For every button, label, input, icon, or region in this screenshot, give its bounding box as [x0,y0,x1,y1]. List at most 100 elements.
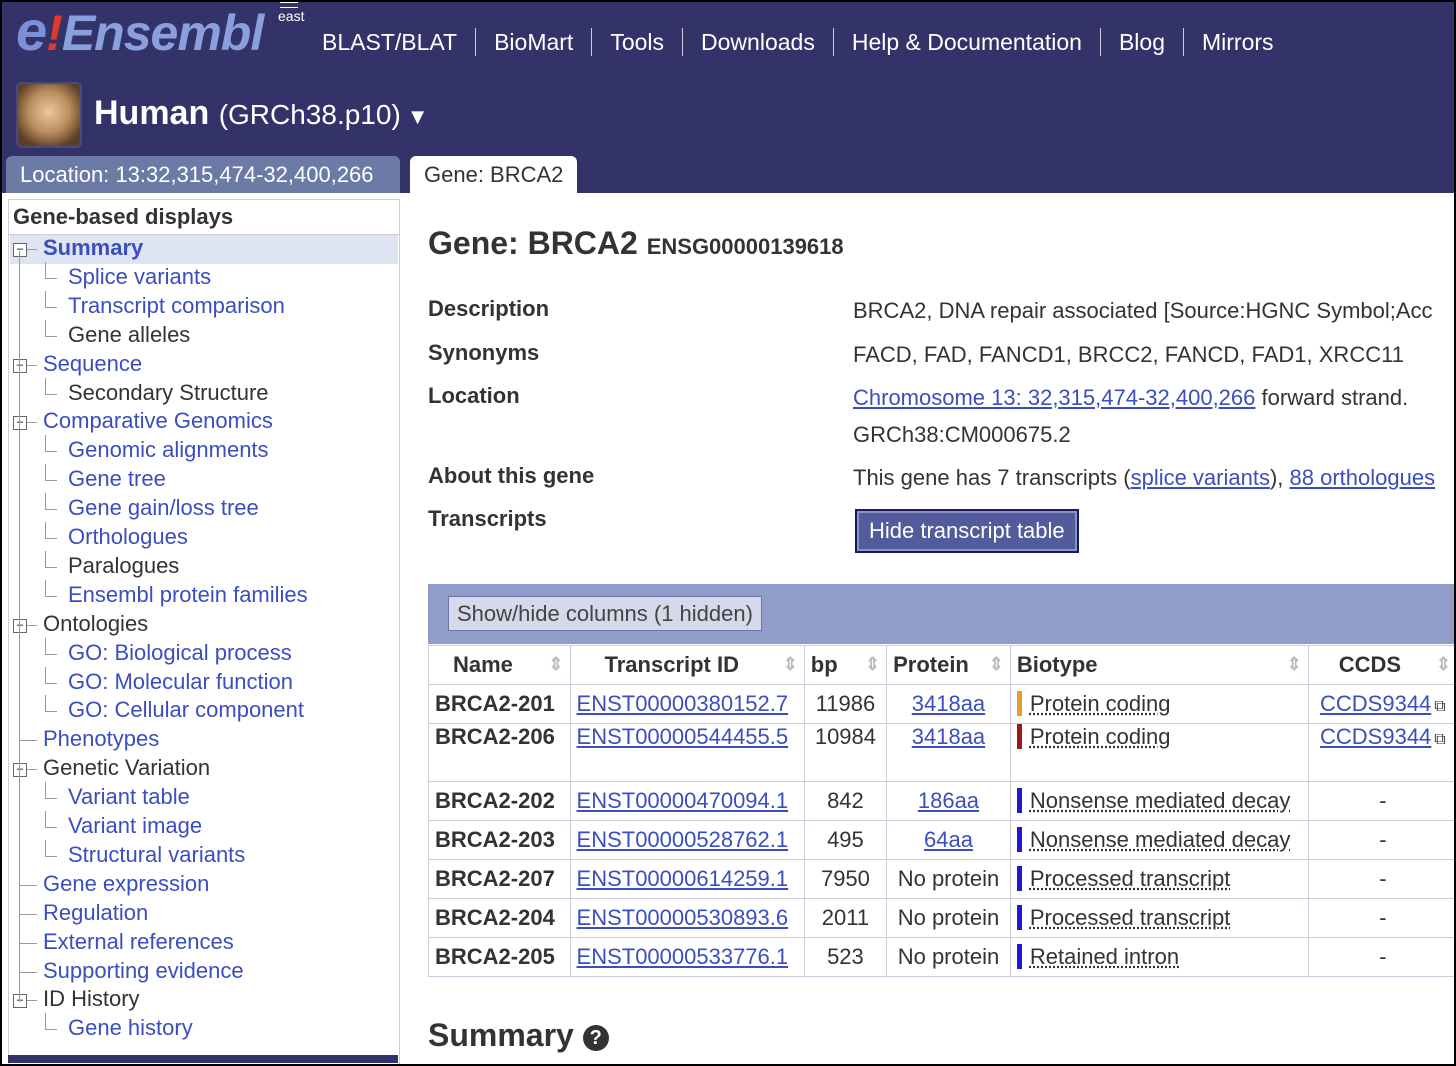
tree-trunk [19,251,20,1003]
collapse-toggle-icon[interactable]: − [13,416,27,431]
sidebar-item-gene-alleles[interactable]: Gene alleles [68,322,190,348]
column-header-label: CCDS [1338,652,1402,677]
sidebar-item-go-biological-process[interactable]: GO: Biological process [68,640,292,666]
sidebar-item-genetic-variation[interactable]: Genetic Variation [43,755,210,781]
location-link[interactable]: Chromosome 13: 32,315,474-32,400,266 [853,385,1255,410]
help-icon[interactable]: ? [582,1025,609,1051]
sort-icon[interactable]: ⇕ [783,654,798,675]
transcript-id-link[interactable]: ENST00000533776.1 [577,944,789,969]
column-header-name[interactable]: Name ⇕ [428,645,571,685]
nav-link-mirrors[interactable]: Mirrors [1202,29,1274,56]
hide-transcript-table-button[interactable]: Hide transcript table [855,509,1079,553]
nav-link-help-documentation[interactable]: Help & Documentation [852,29,1082,56]
nav-link-blast-blat[interactable]: BLAST/BLAT [322,29,457,56]
protein-link[interactable]: 64aa [924,827,973,852]
sidebar-item-go-cellular-component[interactable]: GO: Cellular component [68,697,304,723]
sort-icon[interactable]: ⇕ [865,654,880,675]
description-value: BRCA2, DNA repair associated [Source:HGN… [853,298,1433,323]
sidebar-item-transcript-comparison[interactable]: Transcript comparison [68,293,285,319]
sidebar-item-gene-expression[interactable]: Gene expression [43,871,209,897]
sidebar-item-ontologies[interactable]: Ontologies [43,611,148,637]
ccds-link[interactable]: CCDS9344 [1320,691,1431,716]
nav-link-blog[interactable]: Blog [1119,29,1165,56]
protein-link[interactable]: 3418aa [912,724,985,749]
nav-link-biomart[interactable]: BioMart [494,29,573,56]
protein-cell: No protein [886,859,1011,899]
sort-icon[interactable]: ⇕ [1287,654,1302,675]
sidebar-item-go-molecular-function[interactable]: GO: Molecular function [68,669,293,695]
tree-connector [45,522,46,538]
splice-variants-link[interactable]: splice variants [1131,465,1270,490]
collapse-toggle-icon[interactable]: − [13,618,27,633]
nav-link-downloads[interactable]: Downloads [701,29,815,56]
tree-connector [45,451,57,453]
table-row: BRCA2-202 ENST00000470094.1 842 186aa Nonsen… [428,781,1454,821]
sidebar-item-variant-table[interactable]: Variant table [68,784,190,810]
tree-connector [45,290,46,307]
sort-icon[interactable]: ⇕ [548,654,563,675]
tree-connector [45,335,57,337]
transcript-id-link[interactable]: ENST00000470094.1 [577,788,789,813]
sidebar-item-gene-gain-loss-tree[interactable]: Gene gain/loss tree [68,495,259,521]
sidebar-item-supporting-evidence[interactable]: Supporting evidence [43,958,244,984]
column-header-label: Biotype [1016,652,1098,677]
tab-gene[interactable]: Gene: BRCA2 [410,156,578,193]
sidebar-item-gene-history[interactable]: Gene history [68,1015,193,1041]
collapse-toggle-icon[interactable]: − [13,358,27,373]
show-hide-columns-button[interactable]: Show/hide columns (1 hidden) [448,596,762,631]
biotype-cell: Protein coding [1009,684,1309,724]
protein-link[interactable]: 186aa [918,788,979,813]
transcript-id-link[interactable]: ENST00000530893.6 [577,905,789,930]
sidebar-item-variant-image[interactable]: Variant image [68,813,202,839]
transcript-id-link[interactable]: ENST00000614259.1 [577,866,789,891]
transcript-id-link[interactable]: ENST00000380152.7 [577,691,789,716]
sidebar-item-secondary-structure[interactable]: Secondary Structure [68,380,269,406]
species-icon[interactable] [16,82,82,148]
nav-separator [475,28,477,56]
protein-link[interactable]: 3418aa [912,691,985,716]
tree-connector [45,277,57,279]
sort-icon[interactable]: ⇕ [1436,654,1451,675]
sidebar-item-splice-variants[interactable]: Splice variants [68,264,211,290]
sidebar-item-paralogues[interactable]: Paralogues [68,553,179,579]
ccds-link[interactable]: CCDS9344 [1320,724,1431,749]
sidebar-item-gene-tree[interactable]: Gene tree [68,466,166,492]
transcript-id-link[interactable]: ENST00000544455.5 [577,724,789,749]
tree-connector [45,509,57,511]
sidebar-item-structural-variants[interactable]: Structural variants [68,842,245,868]
orthologues-link[interactable]: 88 orthologues [1290,465,1436,490]
column-header-label: Protein [893,652,969,677]
external-link-icon[interactable]: ⧉ [1434,698,1445,715]
tab-location[interactable]: Location: 13:32,315,474-32,400,266 [6,156,400,193]
top-nav: BLAST/BLAT BioMart Tools Downloads Help & Do… [322,28,1274,56]
sidebar-item-orthologues[interactable]: Orthologues [68,524,188,550]
sidebar-item-id-history[interactable]: ID History [43,986,140,1012]
collapse-toggle-icon[interactable]: − [13,763,27,778]
dropdown-caret-icon[interactable]: ▼ [407,104,429,129]
transcript-name-cell: BRCA2-202 [428,781,571,821]
external-link-icon[interactable]: ⧉ [1434,731,1445,748]
column-header-protein[interactable]: Protein ⇕ [886,645,1011,685]
sort-icon[interactable]: ⇕ [989,654,1004,675]
sidebar-item-comparative-genomics[interactable]: Comparative Genomics [43,408,273,434]
column-header-transcript-id[interactable]: Transcript ID ⇕ [569,645,805,685]
sidebar-item-regulation[interactable]: Regulation [43,900,148,926]
transcript-id-cell: ENST00000614259.1 [569,859,805,899]
sidebar-item-phenotypes[interactable]: Phenotypes [43,726,159,752]
sidebar-item-sequence[interactable]: Sequence [43,351,142,377]
nav-link-tools[interactable]: Tools [610,29,664,56]
column-header-bp[interactable]: bp ⇕ [803,645,888,685]
sidebar-item-ensembl-protein-families[interactable]: Ensembl protein families [68,582,308,608]
column-header-biotype[interactable]: Biotype ⇕ [1009,645,1309,685]
protein-cell: 3418aa [886,684,1011,724]
sidebar-item-summary[interactable]: Summary [43,235,143,261]
transcript-id-link[interactable]: ENST00000528762.1 [577,827,789,852]
sidebar-item-external-references[interactable]: External references [43,929,234,955]
column-header-ccds[interactable]: CCDS ⇕ [1307,645,1454,685]
ensembl-logo[interactable]: e!Ensembl [16,2,264,63]
species-selector[interactable]: Human (GRCh38.p10) ▼ [94,94,429,133]
biotype-cell: Protein coding [1009,723,1309,782]
collapse-toggle-icon[interactable]: − [13,243,27,257]
collapse-toggle-icon[interactable]: − [13,994,27,1009]
sidebar-item-genomic-alignments[interactable]: Genomic alignments [68,437,269,463]
